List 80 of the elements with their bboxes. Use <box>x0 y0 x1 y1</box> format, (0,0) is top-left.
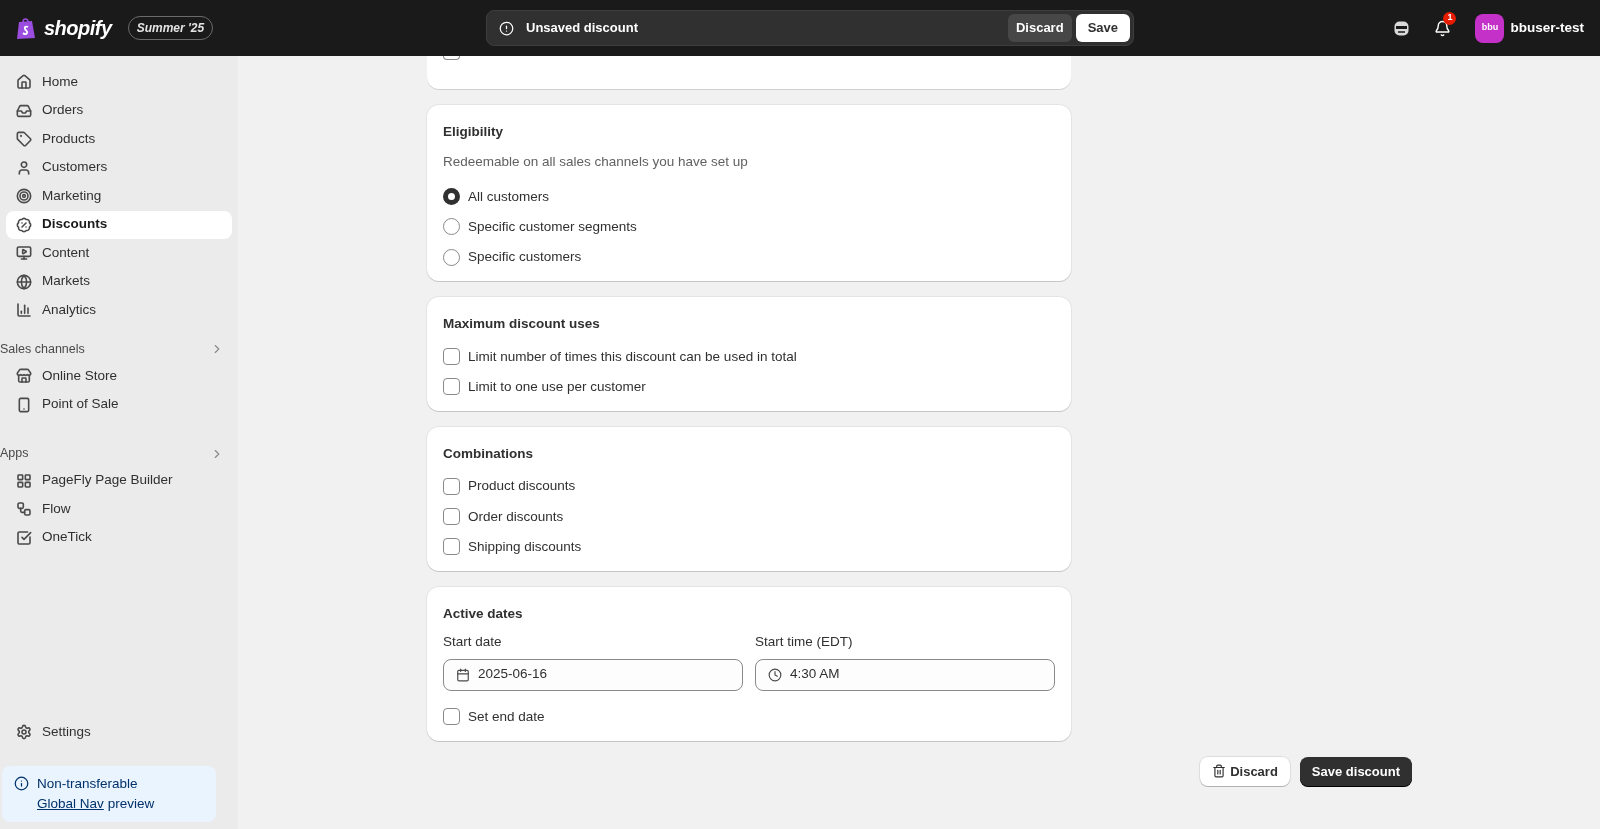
sidebar-item[interactable]: OneTick <box>6 523 232 552</box>
trash-icon <box>1212 764 1227 779</box>
checkbox[interactable] <box>443 508 460 526</box>
card-title: Combinations <box>443 445 534 463</box>
checkbox[interactable] <box>443 538 460 556</box>
checkbox-icon <box>16 529 32 546</box>
sidebar-item[interactable]: Marketing <box>6 182 232 210</box>
radio-button[interactable] <box>443 188 460 206</box>
option-label: Shipping discounts <box>468 537 582 556</box>
clock-icon <box>768 667 782 682</box>
globe-icon <box>16 273 32 290</box>
monitor-icon <box>16 245 32 261</box>
option-label: Limit to one use per customer <box>468 377 646 396</box>
checkbox[interactable] <box>443 378 460 396</box>
settings-icon <box>16 724 32 740</box>
sidebar-item[interactable]: Flow <box>6 495 232 523</box>
checkbox[interactable] <box>443 708 460 726</box>
checkbox[interactable] <box>443 477 460 495</box>
sidebar-item[interactable]: Discounts <box>6 210 232 239</box>
save-button[interactable]: Save <box>1075 14 1130 42</box>
sidebar-item[interactable]: Customers <box>6 153 232 182</box>
option-label: Specific customers <box>468 248 582 266</box>
option-label: Specific customer segments <box>468 217 637 236</box>
card-title: Active dates <box>443 605 524 623</box>
person-icon <box>16 159 32 176</box>
sidebar-item[interactable]: Online Store <box>6 362 232 390</box>
info-icon <box>14 776 29 791</box>
field-label: Start date <box>443 633 503 652</box>
sidebar-item[interactable]: PageFly Page Builder <box>6 466 232 495</box>
option-label: Limit number of times this discount can be used in total <box>468 347 797 366</box>
section-heading: Sales channels <box>0 340 85 358</box>
discard-button[interactable]: Discard <box>1007 14 1072 42</box>
checkbox[interactable] <box>443 56 460 60</box>
avatar[interactable]: bbu <box>1475 13 1505 43</box>
store-name[interactable]: bbuser-test <box>1510 17 1584 39</box>
save-discount-button[interactable]: Save discount <box>1299 756 1412 786</box>
phone-icon <box>16 396 32 413</box>
notice-text: preview <box>107 795 155 813</box>
sidebar-item[interactable]: Markets <box>6 267 232 296</box>
incognito-face-icon <box>1393 19 1411 37</box>
target-icon <box>16 188 32 204</box>
tag-icon <box>16 131 32 147</box>
time-field[interactable]: 4:30 AM <box>755 658 1055 691</box>
unsaved-message: Unsaved discount <box>526 19 639 38</box>
notification-bell-icon[interactable] <box>1434 19 1452 37</box>
bar-chart-icon <box>16 302 32 318</box>
inbox-icon <box>16 102 32 119</box>
radio-button[interactable] <box>443 218 460 236</box>
alert-icon <box>499 20 514 36</box>
option-label: All customers <box>468 187 550 206</box>
settings-item[interactable]: Settings <box>6 718 232 746</box>
option-label: Product discounts <box>468 477 576 496</box>
card-title: Maximum discount uses <box>443 315 601 334</box>
sidebar-item[interactable]: Orders <box>6 96 232 125</box>
store-icon <box>16 368 32 384</box>
sidebar-item[interactable]: Home <box>6 68 232 96</box>
workflow-icon <box>16 501 32 517</box>
shopping-bag-logo-icon <box>16 16 36 40</box>
field-label: Start time (EDT) <box>755 633 854 652</box>
card-subtitle: Redeemable on all sales channels you have set up <box>443 153 749 172</box>
sidebar-item[interactable]: Point of Sale <box>6 390 232 419</box>
option-label: Set end date <box>468 707 545 726</box>
global-nav-link[interactable]: Global Nav <box>37 794 104 814</box>
date-field[interactable]: 2025-06-16 <box>443 658 743 691</box>
checkbox[interactable] <box>443 348 460 366</box>
notification-badge: 1 <box>1443 11 1457 25</box>
percent-badge-icon <box>16 216 32 233</box>
radio-button[interactable] <box>443 248 460 266</box>
calendar-icon <box>456 667 470 682</box>
sidebar-item[interactable]: Content <box>6 239 232 267</box>
home-icon <box>16 74 32 90</box>
discard-button[interactable]: Discard <box>1200 756 1290 786</box>
option-label: Order discounts <box>468 507 564 526</box>
notice-text: Non-transferable <box>37 775 139 793</box>
card-title: Eligibility <box>443 123 504 141</box>
sidebar-item[interactable]: Products <box>6 125 232 153</box>
section-heading: Apps <box>0 445 29 463</box>
logo-wordmark: shopify <box>44 16 112 41</box>
sidebar-item[interactable]: Analytics <box>6 296 232 324</box>
grid-icon <box>16 472 32 489</box>
